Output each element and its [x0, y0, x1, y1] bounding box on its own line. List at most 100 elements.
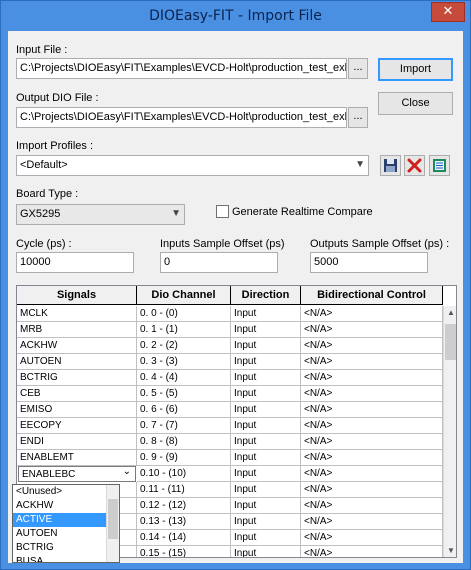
dio-channel-cell[interactable]: 0. 2 - (2) — [137, 338, 231, 354]
dropdown-option[interactable]: ACTIVE — [13, 513, 106, 527]
signal-cell[interactable]: MRB — [17, 322, 137, 338]
realtime-compare-checkbox[interactable] — [216, 205, 229, 218]
dio-channel-cell[interactable]: 0.13 - (13) — [137, 514, 231, 530]
signal-cell[interactable]: EECOPY — [17, 418, 137, 434]
dio-channel-cell[interactable]: 0. 9 - (9) — [137, 450, 231, 466]
table-row[interactable]: ACKHW 0. 2 - (2) Input <N/A> — [17, 338, 443, 354]
bidir-control-cell[interactable]: <N/A> — [301, 450, 443, 466]
dio-channel-cell[interactable]: 0.14 - (14) — [137, 530, 231, 546]
direction-cell[interactable]: Input — [231, 418, 301, 434]
dio-channel-cell[interactable]: 0.12 - (12) — [137, 498, 231, 514]
output-file-browse-button[interactable]: ... — [348, 107, 368, 128]
dio-channel-cell[interactable]: 0. 3 - (3) — [137, 354, 231, 370]
close-button[interactable]: Close — [378, 92, 453, 115]
table-row[interactable]: EECOPY 0. 7 - (7) Input <N/A> — [17, 418, 443, 434]
dropdown-scrollbar-thumb[interactable] — [108, 499, 118, 539]
bidir-control-cell[interactable]: <N/A> — [301, 434, 443, 450]
table-row[interactable]: CEB 0. 5 - (5) Input <N/A> — [17, 386, 443, 402]
import-profiles-select[interactable]: <Default> ▼ — [16, 155, 369, 176]
dio-channel-cell[interactable]: 0. 1 - (1) — [137, 322, 231, 338]
table-row[interactable]: MCLK 0. 0 - (0) Input <N/A> — [17, 306, 443, 322]
delete-profile-button[interactable] — [404, 155, 425, 176]
scroll-up-icon[interactable]: ▲ — [444, 306, 456, 320]
bidir-control-cell[interactable]: <N/A> — [301, 418, 443, 434]
signal-cell[interactable]: BCTRIG — [17, 370, 137, 386]
dropdown-scrollbar[interactable] — [106, 485, 119, 562]
signal-cell[interactable]: ENABLEMT — [17, 450, 137, 466]
bidir-control-cell[interactable]: <N/A> — [301, 322, 443, 338]
direction-cell[interactable]: Input — [231, 514, 301, 530]
direction-cell[interactable]: Input — [231, 322, 301, 338]
bidir-control-cell[interactable]: <N/A> — [301, 530, 443, 546]
bidir-control-cell[interactable]: <N/A> — [301, 546, 443, 557]
scrollbar-thumb[interactable] — [445, 324, 456, 360]
signal-cell[interactable]: CEB — [17, 386, 137, 402]
header-bidirectional-control[interactable]: Bidirectional Control — [301, 286, 443, 305]
cycle-field[interactable]: 10000 — [16, 252, 134, 273]
direction-cell[interactable]: Input — [231, 434, 301, 450]
input-file-field[interactable]: C:\Projects\DIOEasy\FIT\Examples\EVCD-Ho… — [16, 58, 347, 79]
dio-channel-cell[interactable]: 0.15 - (15) — [137, 546, 231, 557]
direction-cell[interactable]: Input — [231, 530, 301, 546]
table-row[interactable]: MRB 0. 1 - (1) Input <N/A> — [17, 322, 443, 338]
scroll-down-icon[interactable]: ▼ — [444, 544, 456, 557]
dio-channel-cell[interactable]: 0. 7 - (7) — [137, 418, 231, 434]
dio-channel-cell[interactable]: 0.10 - (10) — [137, 466, 231, 482]
bidir-control-cell[interactable]: <N/A> — [301, 514, 443, 530]
signal-select-editor[interactable]: ENABLEBC ⌄ — [18, 466, 136, 482]
dropdown-option[interactable]: <Unused> — [13, 485, 106, 499]
direction-cell[interactable]: Input — [231, 402, 301, 418]
dio-channel-cell[interactable]: 0. 5 - (5) — [137, 386, 231, 402]
direction-cell[interactable]: Input — [231, 546, 301, 557]
signal-cell[interactable]: EMISO — [17, 402, 137, 418]
direction-cell[interactable]: Input — [231, 338, 301, 354]
signal-cell[interactable]: AUTOEN — [17, 354, 137, 370]
signal-cell[interactable]: ENDI — [17, 434, 137, 450]
board-type-select[interactable]: GX5295 ▼ — [16, 204, 185, 225]
direction-cell[interactable]: Input — [231, 466, 301, 482]
bidir-control-cell[interactable]: <N/A> — [301, 306, 443, 322]
dropdown-option[interactable]: BUSA — [13, 555, 106, 562]
save-profile-button[interactable] — [380, 155, 401, 176]
bidir-control-cell[interactable]: <N/A> — [301, 386, 443, 402]
bidir-control-cell[interactable]: <N/A> — [301, 498, 443, 514]
direction-cell[interactable]: Input — [231, 386, 301, 402]
table-row[interactable]: AUTOEN 0. 3 - (3) Input <N/A> — [17, 354, 443, 370]
dio-channel-cell[interactable]: 0. 4 - (4) — [137, 370, 231, 386]
direction-cell[interactable]: Input — [231, 370, 301, 386]
input-file-browse-button[interactable]: ... — [348, 58, 368, 79]
dropdown-option[interactable]: BCTRIG — [13, 541, 106, 555]
table-row[interactable]: ENABLEMT 0. 9 - (9) Input <N/A> — [17, 450, 443, 466]
bidir-control-cell[interactable]: <N/A> — [301, 338, 443, 354]
direction-cell[interactable]: Input — [231, 498, 301, 514]
outputs-offset-field[interactable]: 5000 — [310, 252, 428, 273]
direction-cell[interactable]: Input — [231, 450, 301, 466]
direction-cell[interactable]: Input — [231, 354, 301, 370]
table-row[interactable]: ENABLEBC ⌄ 0.10 - (10) Input <N/A> — [17, 466, 443, 482]
dropdown-option[interactable]: ACKHW — [13, 499, 106, 513]
bidir-control-cell[interactable]: <N/A> — [301, 466, 443, 482]
dio-channel-cell[interactable]: 0. 0 - (0) — [137, 306, 231, 322]
direction-cell[interactable]: Input — [231, 482, 301, 498]
dropdown-option[interactable]: AUTOEN — [13, 527, 106, 541]
grid-vertical-scrollbar[interactable]: ▲ ▼ — [443, 306, 456, 557]
profile-list-button[interactable] — [429, 155, 450, 176]
inputs-offset-field[interactable]: 0 — [160, 252, 278, 273]
output-file-field[interactable]: C:\Projects\DIOEasy\FIT\Examples\EVCD-Ho… — [16, 107, 347, 128]
header-signals[interactable]: Signals — [17, 286, 137, 305]
header-dio-channel[interactable]: Dio Channel — [137, 286, 231, 305]
dio-channel-cell[interactable]: 0. 8 - (8) — [137, 434, 231, 450]
bidir-control-cell[interactable]: <N/A> — [301, 482, 443, 498]
import-button[interactable]: Import — [378, 58, 453, 81]
table-row[interactable]: EMISO 0. 6 - (6) Input <N/A> — [17, 402, 443, 418]
header-direction[interactable]: Direction — [231, 286, 301, 305]
bidir-control-cell[interactable]: <N/A> — [301, 354, 443, 370]
signal-cell[interactable]: MCLK — [17, 306, 137, 322]
window-close-button[interactable]: ✕ — [431, 2, 465, 22]
signal-cell[interactable]: ACKHW — [17, 338, 137, 354]
bidir-control-cell[interactable]: <N/A> — [301, 370, 443, 386]
dio-channel-cell[interactable]: 0.11 - (11) — [137, 482, 231, 498]
direction-cell[interactable]: Input — [231, 306, 301, 322]
table-row[interactable]: BCTRIG 0. 4 - (4) Input <N/A> — [17, 370, 443, 386]
table-row[interactable]: ENDI 0. 8 - (8) Input <N/A> — [17, 434, 443, 450]
